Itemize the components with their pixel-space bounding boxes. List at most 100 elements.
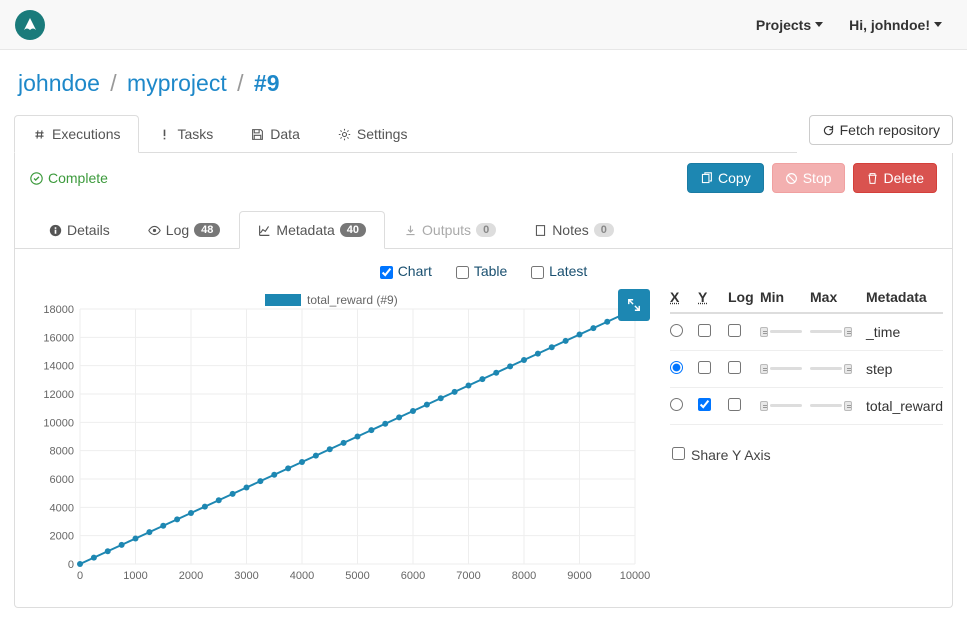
svg-text:4000: 4000: [290, 570, 314, 582]
subtab-badge: 48: [194, 223, 220, 237]
exclamation-icon: [158, 128, 171, 141]
status-label: Complete: [48, 170, 108, 186]
svg-text:18000: 18000: [43, 304, 74, 316]
subtab-log[interactable]: Log 48: [129, 211, 240, 249]
svg-text:6000: 6000: [401, 570, 425, 582]
delete-button[interactable]: Delete: [853, 163, 937, 193]
logo[interactable]: [15, 10, 45, 40]
svg-text:7000: 7000: [456, 570, 480, 582]
nav-greeting-label: Hi, johndoe!: [849, 17, 930, 33]
svg-text:2000: 2000: [50, 531, 74, 543]
svg-text:8000: 8000: [512, 570, 536, 582]
nav-projects-dropdown[interactable]: Projects: [746, 9, 833, 41]
col-x[interactable]: X: [670, 289, 698, 305]
subtab-label: Metadata: [276, 222, 334, 238]
subtab-label: Details: [67, 222, 110, 238]
nav-user-dropdown[interactable]: Hi, johndoe!: [839, 9, 952, 41]
stop-button[interactable]: Stop: [772, 163, 845, 193]
subtab-label: Outputs: [422, 222, 471, 238]
metadata-name: total_reward: [860, 398, 943, 414]
breadcrumb-user[interactable]: johndoe: [18, 70, 100, 96]
svg-text:9000: 9000: [567, 570, 591, 582]
svg-text:10000: 10000: [620, 570, 650, 582]
button-label: Stop: [803, 170, 832, 186]
min-slider[interactable]: [760, 399, 802, 411]
subtab-metadata[interactable]: Metadata 40: [239, 211, 385, 249]
line-chart: 0 1000 2000 3000 4000 5000 6000 7000 8000 9000 100…: [30, 289, 650, 589]
gear-icon: [338, 128, 351, 141]
col-max: Max: [810, 289, 860, 305]
view-table-toggle[interactable]: Table: [456, 263, 507, 279]
subtab-badge: 40: [340, 223, 366, 237]
controls-header: X Y Log Min Max Metadata: [670, 289, 943, 314]
subtab-outputs[interactable]: Outputs 0: [385, 211, 515, 249]
log-checkbox[interactable]: [728, 324, 741, 337]
status-badge: Complete: [30, 170, 108, 186]
caret-down-icon: [934, 22, 942, 27]
y-checkbox[interactable]: [698, 398, 711, 411]
info-icon: [49, 224, 62, 237]
output-icon: [404, 224, 417, 237]
button-label: Fetch repository: [840, 122, 940, 138]
svg-text:3000: 3000: [234, 570, 258, 582]
view-latest-toggle[interactable]: Latest: [531, 263, 587, 279]
view-chart-toggle[interactable]: Chart: [380, 263, 432, 279]
button-label: Delete: [884, 170, 924, 186]
col-log: Log: [728, 289, 760, 305]
min-slider[interactable]: [760, 325, 802, 337]
subtab-label: Notes: [552, 222, 589, 238]
tab-tasks[interactable]: Tasks: [139, 115, 232, 153]
max-slider[interactable]: [810, 362, 852, 374]
expand-chart-button[interactable]: [618, 289, 650, 321]
y-checkbox[interactable]: [698, 361, 711, 374]
tab-label: Data: [270, 126, 300, 142]
save-icon: [251, 128, 264, 141]
stop-icon: [785, 172, 798, 185]
subtab-details[interactable]: Details: [30, 211, 129, 249]
x-radio[interactable]: [670, 398, 683, 411]
svg-text:4000: 4000: [50, 502, 74, 514]
subtab-label: Log: [166, 222, 189, 238]
check-circle-icon: [30, 172, 43, 185]
metadata-row-total_reward: total_reward: [670, 388, 943, 425]
svg-text:14000: 14000: [43, 361, 74, 373]
subtab-badge: 0: [476, 223, 496, 237]
min-slider[interactable]: [760, 362, 802, 374]
tab-settings[interactable]: Settings: [319, 115, 427, 153]
refresh-icon: [822, 124, 835, 137]
svg-text:5000: 5000: [345, 570, 369, 582]
x-radio[interactable]: [670, 324, 683, 337]
metadata-row-_time: _time: [670, 314, 943, 351]
share-y-axis-toggle[interactable]: Share Y Axis: [672, 447, 771, 463]
log-checkbox[interactable]: [728, 398, 741, 411]
chart-icon: [258, 224, 271, 237]
svg-text:2000: 2000: [179, 570, 203, 582]
svg-text:6000: 6000: [50, 474, 74, 486]
subtab-badge: 0: [594, 223, 614, 237]
expand-icon: [627, 298, 641, 312]
breadcrumb-project[interactable]: myproject: [127, 70, 227, 96]
tab-data[interactable]: Data: [232, 115, 319, 153]
subtab-notes[interactable]: Notes 0: [515, 211, 633, 249]
breadcrumb-run[interactable]: #9: [254, 70, 280, 96]
max-slider[interactable]: [810, 399, 852, 411]
copy-button[interactable]: Copy: [687, 163, 764, 193]
fetch-repository-button[interactable]: Fetch repository: [809, 115, 953, 145]
col-min: Min: [760, 289, 810, 305]
svg-text:total_reward (#9): total_reward (#9): [307, 293, 398, 307]
metadata-name: _time: [860, 324, 943, 340]
svg-text:1000: 1000: [123, 570, 147, 582]
caret-down-icon: [815, 22, 823, 27]
svg-text:0: 0: [68, 559, 74, 571]
y-checkbox[interactable]: [698, 324, 711, 337]
tab-label: Settings: [357, 126, 408, 142]
breadcrumb: johndoe / myproject / #9: [14, 60, 953, 115]
x-radio[interactable]: [670, 361, 683, 374]
max-slider[interactable]: [810, 325, 852, 337]
svg-text:10000: 10000: [43, 417, 74, 429]
log-checkbox[interactable]: [728, 361, 741, 374]
view-mode-controls: Chart Table Latest: [15, 249, 952, 289]
svg-text:0: 0: [77, 570, 83, 582]
tab-executions[interactable]: Executions: [14, 115, 139, 153]
col-y[interactable]: Y: [698, 289, 728, 305]
